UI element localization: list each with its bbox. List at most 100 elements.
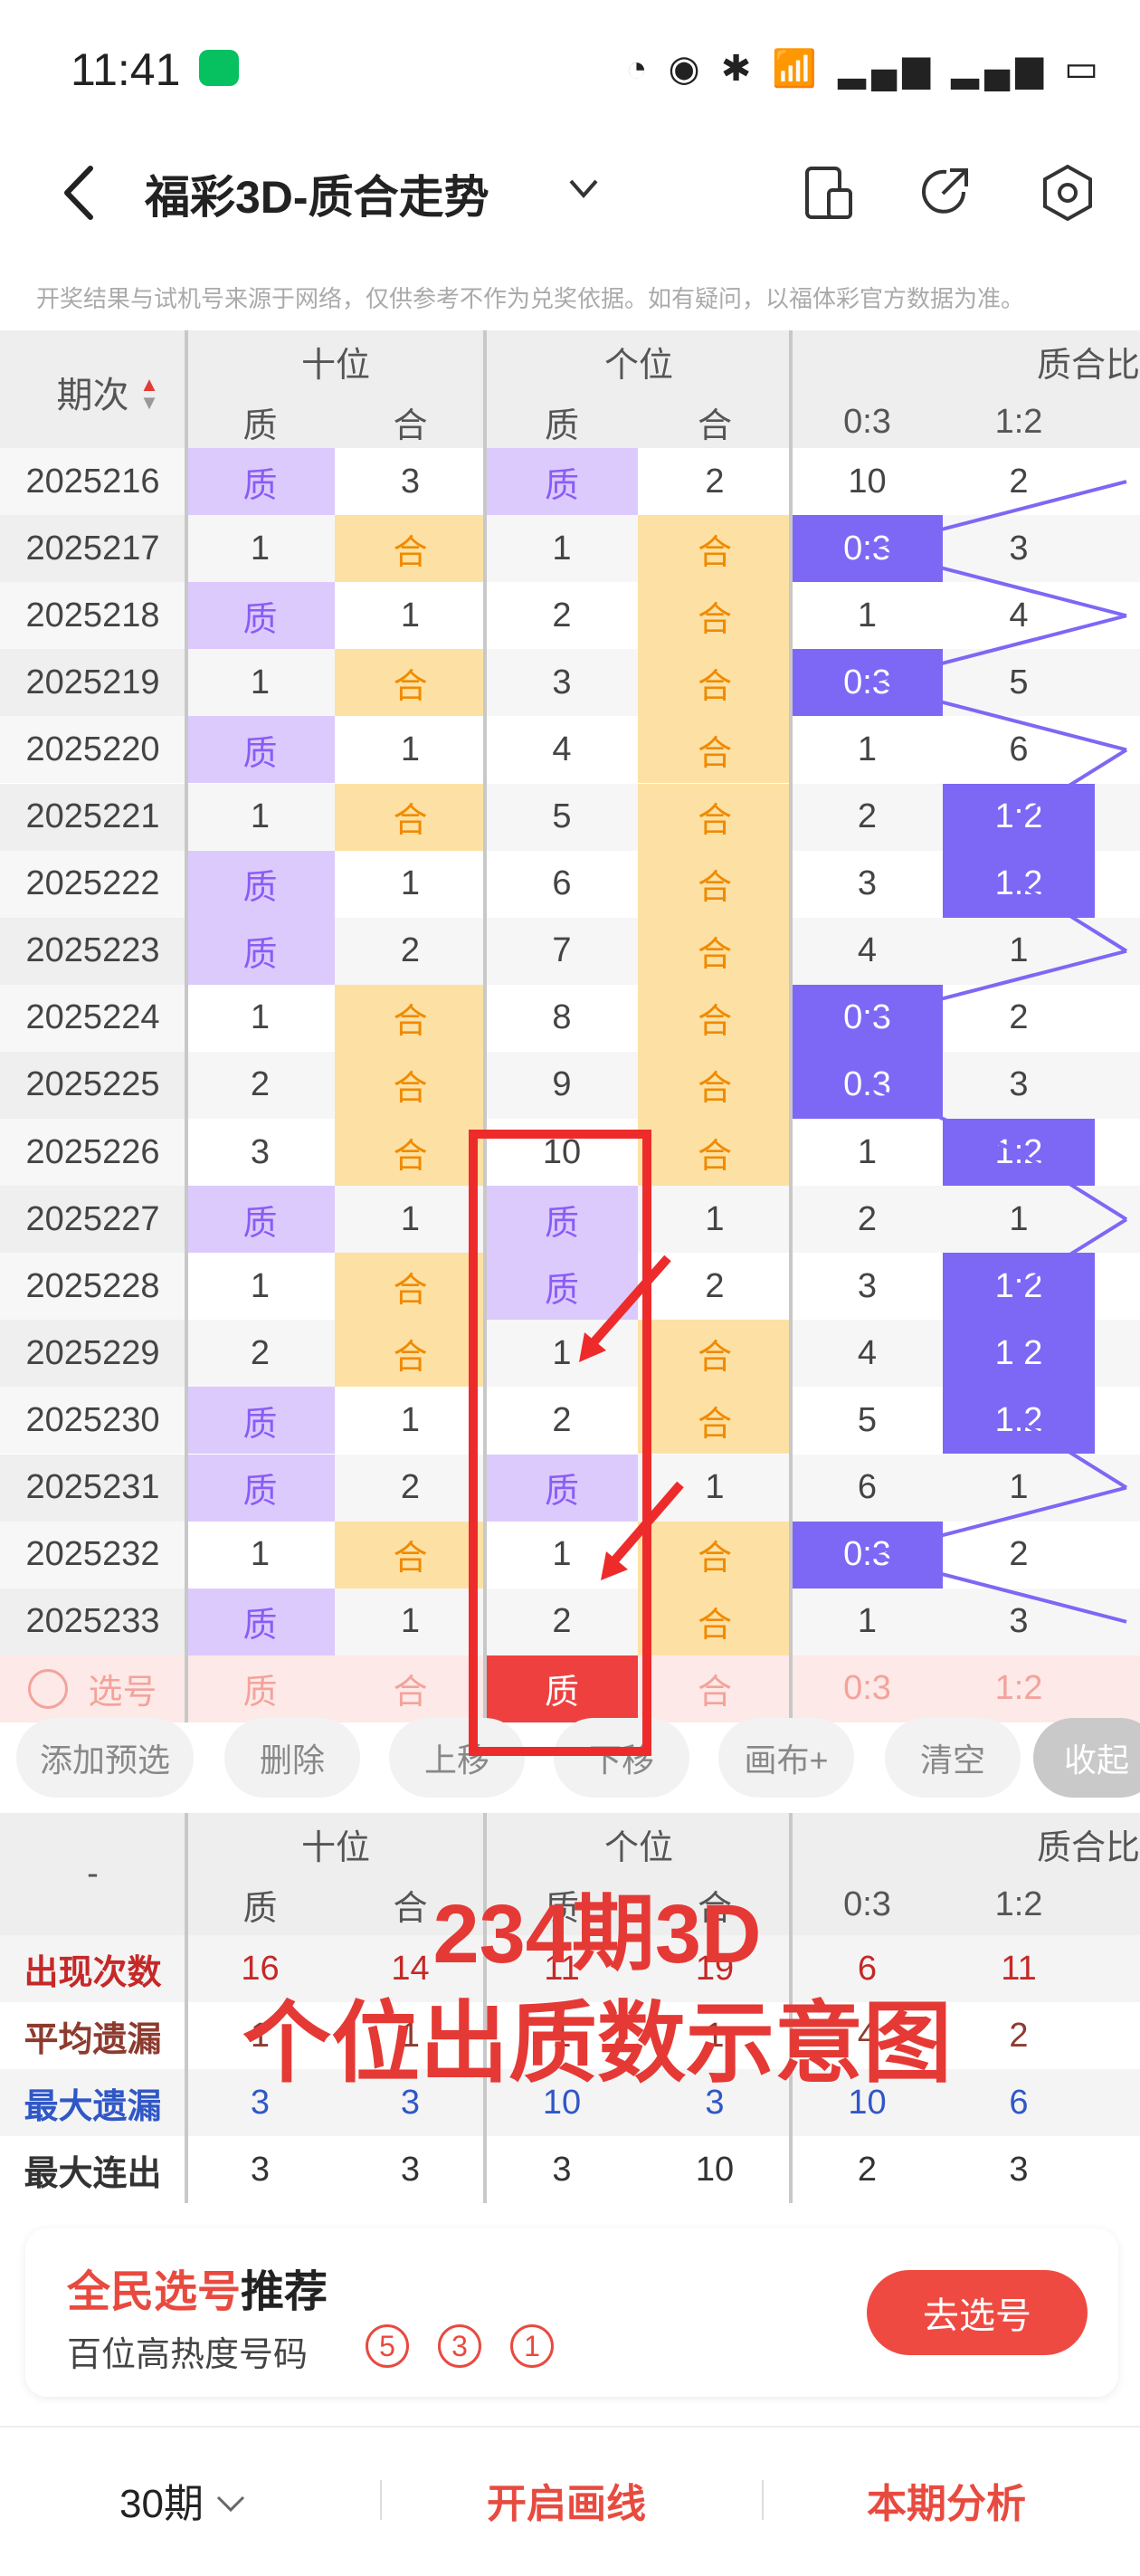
table-cell: 1 — [943, 1454, 1095, 1522]
table-cell: 3 — [335, 448, 486, 516]
table-cell: 0:3 — [792, 649, 943, 717]
stats-subcolumn-header: 1:2 — [943, 1875, 1095, 1935]
chevron-down-icon[interactable] — [565, 170, 602, 206]
period-analysis-button[interactable]: 本期分析 — [867, 2471, 1026, 2529]
action-button[interactable]: 画布+ — [718, 1718, 854, 1798]
table-cell: 质 — [185, 716, 335, 784]
table-cell: 2 — [943, 448, 1095, 516]
select-option-cell[interactable]: 质 — [185, 1655, 335, 1722]
draw-line-button[interactable]: 开启画线 — [487, 2471, 646, 2529]
table-cell: 1 — [792, 1588, 943, 1655]
period-selector[interactable]: 30期 — [119, 2471, 247, 2529]
table-cell: 8 — [486, 984, 638, 1052]
issue-number: 2025219 — [0, 649, 185, 717]
table-cell: 5 — [943, 649, 1095, 717]
table-cell: 质 — [185, 1454, 335, 1522]
stats-value: 3 — [486, 2136, 638, 2203]
table-cell: 2 — [335, 917, 486, 985]
subcolumn-header-more — [1095, 392, 1140, 453]
table-cell: 2 — [792, 783, 943, 851]
stats-value-overflow — [1095, 1935, 1140, 2002]
table-cell: 1:2 — [943, 1119, 1095, 1187]
table-cell: 1 — [792, 716, 943, 784]
select-option-cell[interactable]: 0:3 — [792, 1655, 943, 1722]
annotation-arrows — [579, 1255, 684, 1580]
table-cell: 1:2 — [943, 1320, 1095, 1388]
share-icon[interactable] — [914, 161, 977, 224]
table-cell: 质 — [486, 448, 638, 516]
table-cell: 1 — [486, 515, 638, 583]
overlay-title-line2: 个位出质数示意图 — [242, 1993, 952, 2093]
stats-subcolumn-header-more — [1095, 1875, 1140, 1935]
stats-value: 3 — [943, 2136, 1095, 2203]
stats-subcolumn-header: 质 — [185, 1875, 335, 1935]
stats-row-label: 出现次数 — [0, 1935, 185, 2002]
select-option-cell[interactable]: 合 — [335, 1655, 486, 1722]
table-cell: 质 — [185, 1186, 335, 1254]
divider — [380, 2480, 382, 2520]
page-title[interactable]: 福彩3D-质合走势 — [145, 161, 489, 226]
back-arrow-icon[interactable] — [54, 161, 109, 224]
table-cell: 0:3 — [792, 1521, 943, 1589]
table-cell: 6 — [486, 850, 638, 918]
issue-number: 2025217 — [0, 515, 185, 583]
divider — [762, 2480, 764, 2520]
table-cell-overflow — [1095, 1387, 1140, 1455]
action-button[interactable]: 清空 — [885, 1718, 1021, 1798]
table-cell: 质 — [185, 582, 335, 650]
table-cell: 合 — [335, 1320, 486, 1388]
table-cell: 1 — [638, 1186, 792, 1254]
table-cell: 3 — [792, 1253, 943, 1321]
table-cell-overflow — [1095, 515, 1140, 583]
issue-number: 2025224 — [0, 984, 185, 1052]
action-button[interactable]: 收起 — [1033, 1718, 1140, 1798]
sort-icon[interactable]: ▲ ▼ — [136, 371, 163, 416]
stats-group-header: 质合比 — [792, 1813, 1140, 1875]
table-cell: 1 — [792, 1119, 943, 1187]
table-cell: 1 — [185, 515, 335, 583]
select-option-cell[interactable]: 1:2 — [943, 1655, 1095, 1722]
radio-icon[interactable] — [28, 1668, 69, 1709]
stats-value: 3 — [185, 2136, 335, 2203]
table-cell: 1:2 — [943, 850, 1095, 918]
settings-icon[interactable] — [1036, 161, 1099, 224]
table-cell-overflow — [1095, 1253, 1140, 1321]
go-select-button[interactable]: 去选号 — [867, 2270, 1088, 2355]
column-separator — [185, 1813, 188, 2203]
issue-number: 2025216 — [0, 448, 185, 516]
table-cell: 7 — [486, 917, 638, 985]
select-option-cell[interactable] — [1095, 1655, 1140, 1722]
table-cell-overflow — [1095, 649, 1140, 717]
stats-value: 3 — [335, 2136, 486, 2203]
action-button[interactable]: 添加预选 — [16, 1718, 194, 1798]
issue-number: 2025230 — [0, 1387, 185, 1455]
table-cell-overflow — [1095, 783, 1140, 851]
issue-number: 2025225 — [0, 1051, 185, 1119]
stats-group-header: 个位 — [486, 1813, 792, 1875]
select-row-label[interactable]: 选号 — [0, 1655, 185, 1722]
hot-number-ball: 3 — [438, 2324, 481, 2368]
phone-mode-icon[interactable] — [796, 161, 860, 224]
table-cell-overflow — [1095, 582, 1140, 650]
table-cell: 4 — [792, 917, 943, 985]
table-cell: 质 — [185, 850, 335, 918]
table-cell: 合 — [335, 649, 486, 717]
column-separator — [789, 330, 793, 1722]
wechat-notification-icon — [199, 50, 239, 86]
group-header-units: 个位 — [486, 330, 792, 392]
table-cell: 1 — [335, 1387, 486, 1455]
column-separator — [185, 330, 188, 1722]
issue-number: 2025223 — [0, 917, 185, 985]
table-cell: 2 — [638, 448, 792, 516]
table-cell: 3 — [486, 649, 638, 717]
recommend-title: 全民选号推荐 — [67, 2256, 328, 2319]
table-cell: 合 — [638, 1119, 792, 1187]
select-option-cell[interactable]: 合 — [638, 1655, 792, 1722]
table-cell: 合 — [638, 1051, 792, 1119]
table-cell: 2 — [792, 1186, 943, 1254]
table-cell: 3 — [792, 850, 943, 918]
issue-number: 2025226 — [0, 1119, 185, 1187]
action-button[interactable]: 删除 — [224, 1718, 360, 1798]
table-cell-overflow — [1095, 1119, 1140, 1187]
table-cell: 合 — [335, 1253, 486, 1321]
